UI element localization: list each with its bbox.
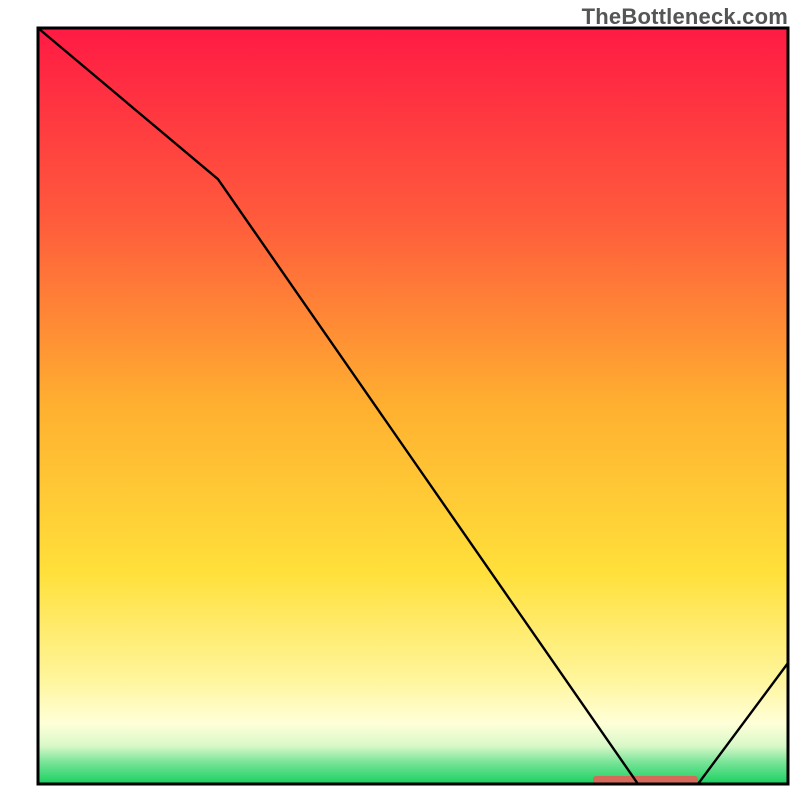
- bottleneck-chart: [0, 0, 800, 800]
- chart-container: TheBottleneck.com: [0, 0, 800, 800]
- chart-background-gradient: [38, 28, 788, 784]
